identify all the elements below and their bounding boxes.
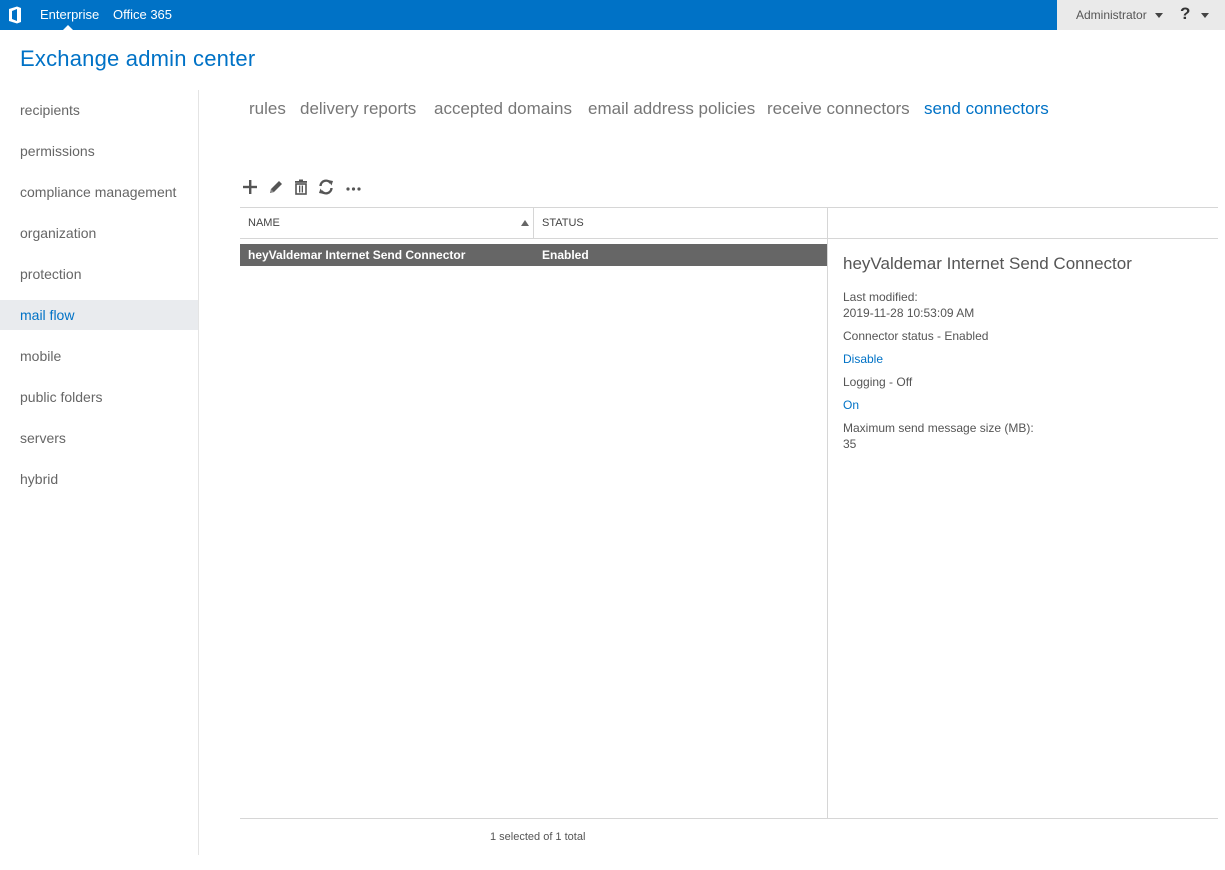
column-header-status[interactable]: STATUS	[542, 217, 584, 229]
sidebar-item-permissions[interactable]: permissions	[0, 136, 198, 166]
tab-send-connectors[interactable]: send connectors	[924, 99, 1049, 119]
help-button[interactable]: ?	[1180, 4, 1190, 24]
office-logo-icon[interactable]	[6, 6, 24, 24]
sidebar-item-servers[interactable]: servers	[0, 423, 198, 453]
sidebar-item-public-folders[interactable]: public folders	[0, 382, 198, 412]
max-size-label: Maximum send message size (MB):	[843, 421, 1034, 435]
tab-accepted-domains[interactable]: accepted domains	[434, 99, 572, 119]
user-menu-button[interactable]: Administrator	[1076, 8, 1147, 22]
last-modified-label: Last modified:	[843, 290, 918, 304]
tab-delivery-reports[interactable]: delivery reports	[300, 99, 416, 119]
last-modified-value: 2019-11-28 10:53:09 AM	[843, 306, 975, 320]
sidebar-item-protection[interactable]: protection	[0, 259, 198, 289]
details-pane-separator	[827, 208, 828, 818]
tab-rules[interactable]: rules	[249, 99, 286, 119]
chevron-down-icon[interactable]	[1155, 13, 1163, 18]
logging-status: Logging - Off	[843, 375, 913, 389]
top-bar: Enterprise Office 365 Administrator ?	[0, 0, 1225, 30]
list-bottom-border	[240, 818, 1218, 819]
refresh-icon[interactable]	[317, 178, 335, 196]
sidebar-item-hybrid[interactable]: hybrid	[0, 464, 198, 494]
column-header-name[interactable]: NAME	[248, 217, 280, 229]
selection-count: 1 selected of 1 total	[490, 831, 586, 843]
row-status: Enabled	[542, 248, 589, 262]
nav-enterprise-link[interactable]: Enterprise	[40, 7, 99, 22]
details-title: heyValdemar Internet Send Connector	[843, 254, 1132, 273]
sidebar-item-recipients[interactable]: recipients	[0, 95, 198, 125]
sidebar-item-organization[interactable]: organization	[0, 218, 198, 248]
table-row[interactable]: heyValdemar Internet Send Connector Enab…	[240, 244, 827, 266]
header-divider	[240, 238, 1218, 239]
nav-office365-link[interactable]: Office 365	[113, 7, 172, 22]
sidebar-item-mail-flow[interactable]: mail flow	[0, 300, 198, 330]
row-name: heyValdemar Internet Send Connector	[248, 248, 466, 262]
edit-icon[interactable]	[267, 178, 285, 196]
connector-status: Connector status - Enabled	[843, 329, 989, 343]
active-nav-indicator	[63, 25, 73, 30]
list-top-border	[240, 207, 1218, 208]
delete-icon[interactable]	[292, 178, 310, 196]
tab-email-address-policies[interactable]: email address policies	[588, 99, 755, 119]
user-area: Administrator ?	[1057, 0, 1225, 30]
column-separator[interactable]	[533, 208, 534, 238]
sidebar-item-compliance-management[interactable]: compliance management	[0, 177, 198, 207]
sort-ascending-icon[interactable]	[521, 220, 529, 226]
max-size-value: 35	[843, 437, 857, 451]
chevron-down-icon[interactable]	[1201, 13, 1209, 18]
sidebar: recipients permissions compliance manage…	[0, 90, 199, 855]
more-icon[interactable]	[345, 178, 363, 196]
add-icon[interactable]	[241, 178, 259, 196]
sidebar-item-mobile[interactable]: mobile	[0, 341, 198, 371]
logging-on-link[interactable]: On	[843, 398, 859, 412]
app-title: Exchange admin center	[20, 46, 256, 71]
disable-link[interactable]: Disable	[843, 352, 883, 366]
tab-receive-connectors[interactable]: receive connectors	[767, 99, 910, 119]
